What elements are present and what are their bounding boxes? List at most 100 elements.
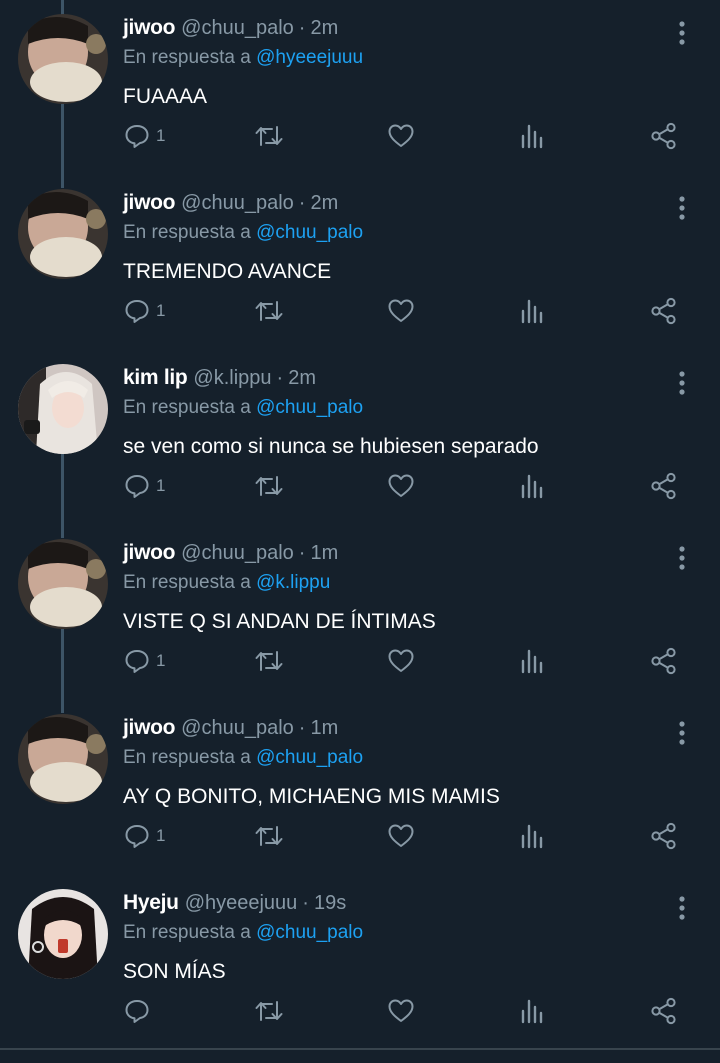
timestamp[interactable]: 2m xyxy=(288,367,316,390)
avatar[interactable] xyxy=(18,364,108,454)
timestamp[interactable]: 1m xyxy=(310,542,338,565)
more-options-icon[interactable] xyxy=(672,720,692,746)
tweet-header: jiwoo @chuu_palo · 1m xyxy=(123,716,338,746)
timestamp[interactable]: 1m xyxy=(310,717,338,740)
share-button[interactable] xyxy=(650,993,678,1029)
avatar[interactable] xyxy=(18,539,108,629)
reply-prefix: En respuesta a xyxy=(123,572,251,593)
tweet-header: kim lip @k.lippu · 2m xyxy=(123,366,316,396)
avatar[interactable] xyxy=(18,889,108,979)
reply-count: 1 xyxy=(156,651,166,670)
reply-mention-link[interactable]: @chuu_palo xyxy=(256,922,363,943)
analytics-button[interactable] xyxy=(520,293,544,329)
share-button[interactable] xyxy=(650,643,678,679)
display-name[interactable]: jiwoo xyxy=(123,716,175,740)
reply-context: En respuesta a @chuu_palo xyxy=(123,222,363,244)
tweet[interactable]: kim lip @k.lippu · 2m En respuesta a @ch… xyxy=(0,350,720,525)
reply-icon xyxy=(125,825,149,848)
retweet-button[interactable] xyxy=(254,993,284,1029)
user-handle[interactable]: @chuu_palo xyxy=(181,542,294,565)
more-options-icon[interactable] xyxy=(672,370,692,396)
tweet-actions: 1 xyxy=(0,118,720,158)
reply-button[interactable] xyxy=(124,993,156,1029)
like-icon xyxy=(388,299,414,322)
reply-button[interactable]: 1 xyxy=(124,293,165,329)
analytics-button[interactable] xyxy=(520,993,544,1029)
reply-context: En respuesta a @hyeeejuuu xyxy=(123,47,363,69)
tweet[interactable]: jiwoo @chuu_palo · 2m En respuesta a @ch… xyxy=(0,175,720,350)
analytics-button[interactable] xyxy=(520,118,544,154)
display-name[interactable]: jiwoo xyxy=(123,191,175,215)
tweet-actions: 1 xyxy=(0,818,720,858)
reply-count: 1 xyxy=(156,301,166,320)
analytics-icon xyxy=(521,124,543,149)
reply-context: En respuesta a @chuu_palo xyxy=(123,397,363,419)
reply-prefix: En respuesta a xyxy=(123,222,251,243)
user-handle[interactable]: @chuu_palo xyxy=(181,192,294,215)
analytics-button[interactable] xyxy=(520,643,544,679)
analytics-icon xyxy=(521,824,543,849)
like-icon xyxy=(388,999,414,1022)
share-icon xyxy=(651,297,676,325)
retweet-button[interactable] xyxy=(254,118,284,154)
display-name[interactable]: jiwoo xyxy=(123,541,175,565)
avatar[interactable] xyxy=(18,189,108,279)
reply-prefix: En respuesta a xyxy=(123,397,251,418)
tweet[interactable]: jiwoo @chuu_palo · 1m En respuesta a @ch… xyxy=(0,700,720,875)
user-handle[interactable]: @chuu_palo xyxy=(181,17,294,40)
retweet-button[interactable] xyxy=(254,643,284,679)
like-button[interactable] xyxy=(387,643,415,679)
analytics-button[interactable] xyxy=(520,468,544,504)
analytics-icon xyxy=(521,649,543,674)
timestamp[interactable]: 2m xyxy=(310,17,338,40)
user-handle[interactable]: @k.lippu xyxy=(193,367,271,390)
user-handle[interactable]: @hyeeejuuu xyxy=(185,892,298,915)
retweet-icon xyxy=(255,301,283,321)
retweet-button[interactable] xyxy=(254,468,284,504)
display-name[interactable]: Hyeju xyxy=(123,891,179,915)
timestamp[interactable]: 2m xyxy=(310,192,338,215)
like-button[interactable] xyxy=(387,993,415,1029)
retweet-button[interactable] xyxy=(254,293,284,329)
reply-button[interactable]: 1 xyxy=(124,643,165,679)
analytics-button[interactable] xyxy=(520,818,544,854)
more-options-icon[interactable] xyxy=(672,195,692,221)
avatar[interactable] xyxy=(18,714,108,804)
share-button[interactable] xyxy=(650,293,678,329)
separator-dot: · xyxy=(298,192,306,214)
user-handle[interactable]: @chuu_palo xyxy=(181,717,294,740)
reply-button[interactable]: 1 xyxy=(124,468,165,504)
like-button[interactable] xyxy=(387,293,415,329)
more-options-icon[interactable] xyxy=(672,895,692,921)
reply-button[interactable]: 1 xyxy=(124,118,165,154)
share-button[interactable] xyxy=(650,818,678,854)
tweet[interactable]: jiwoo @chuu_palo · 1m En respuesta a @k.… xyxy=(0,525,720,700)
like-button[interactable] xyxy=(387,468,415,504)
reply-mention-link[interactable]: @hyeeejuuu xyxy=(256,47,363,68)
tweet-text: VISTE Q SI ANDAN DE ÍNTIMAS xyxy=(123,610,436,633)
reply-count: 1 xyxy=(156,476,166,495)
like-button[interactable] xyxy=(387,118,415,154)
more-options-icon[interactable] xyxy=(672,545,692,571)
display-name[interactable]: jiwoo xyxy=(123,16,175,40)
tweet[interactable]: Hyeju @hyeeejuuu · 19s En respuesta a @c… xyxy=(0,875,720,1050)
display-name[interactable]: kim lip xyxy=(123,366,188,390)
timestamp[interactable]: 19s xyxy=(314,892,346,915)
avatar[interactable] xyxy=(18,14,108,104)
share-button[interactable] xyxy=(650,118,678,154)
reply-mention-link[interactable]: @chuu_palo xyxy=(256,222,363,243)
reply-mention-link[interactable]: @chuu_palo xyxy=(256,397,363,418)
reply-icon xyxy=(125,300,149,323)
tweet[interactable]: jiwoo @chuu_palo · 2m En respuesta a @hy… xyxy=(0,0,720,175)
tweet-header: jiwoo @chuu_palo · 1m xyxy=(123,541,338,571)
share-button[interactable] xyxy=(650,468,678,504)
tweet-text: se ven como si nunca se hubiesen separad… xyxy=(123,435,539,458)
reply-mention-link[interactable]: @k.lippu xyxy=(256,572,330,593)
reply-button[interactable]: 1 xyxy=(124,818,165,854)
reply-count: 1 xyxy=(156,126,166,145)
like-button[interactable] xyxy=(387,818,415,854)
retweet-button[interactable] xyxy=(254,818,284,854)
reply-context: En respuesta a @chuu_palo xyxy=(123,922,363,944)
reply-mention-link[interactable]: @chuu_palo xyxy=(256,747,363,768)
more-options-icon[interactable] xyxy=(672,20,692,46)
